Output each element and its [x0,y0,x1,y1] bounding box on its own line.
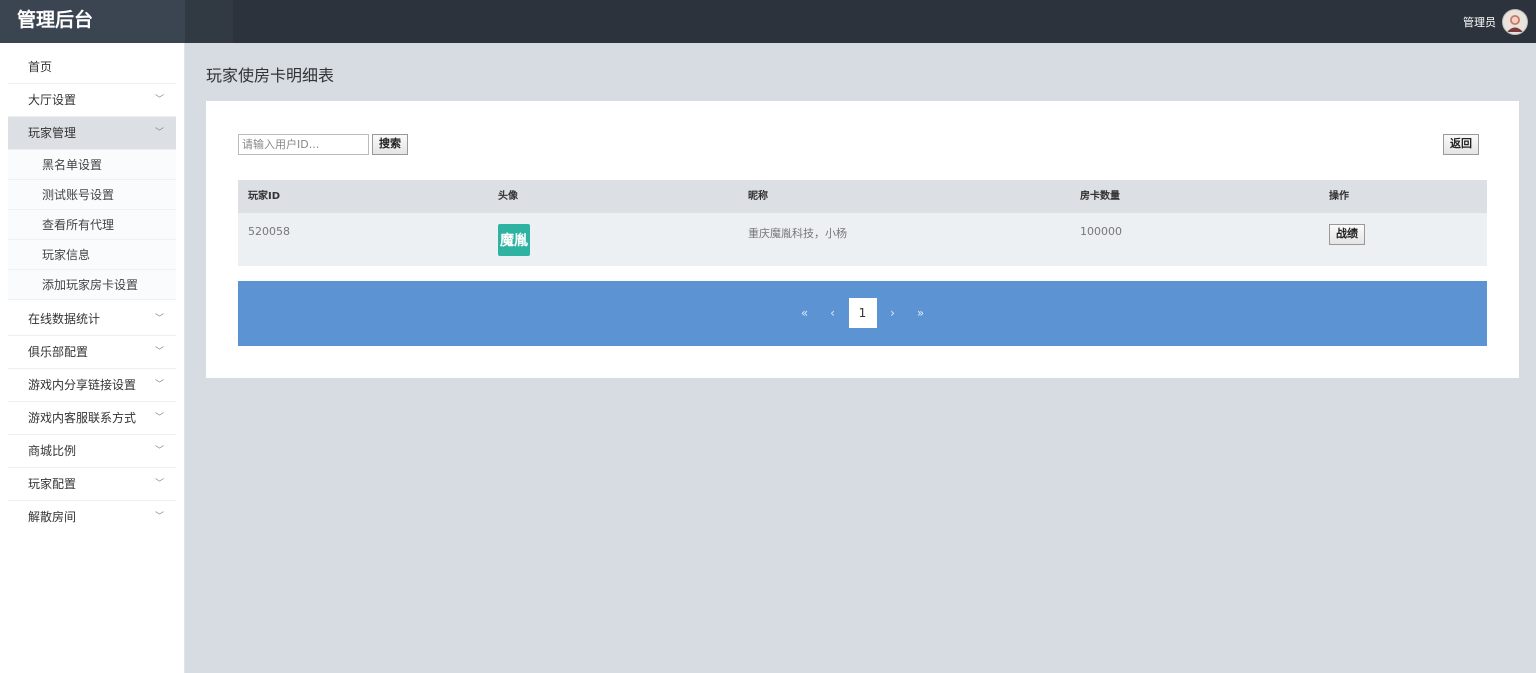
chevron-down-icon: ﹀ [154,380,164,390]
chevron-down-icon: ﹀ [154,314,164,324]
user-avatar-icon [1507,14,1523,32]
avatar[interactable] [1502,8,1528,35]
user-name: 管理员 [1463,15,1496,29]
column-header: 头像 [498,191,518,202]
back-button[interactable]: 返回 [1443,134,1479,155]
sidebar-subitem-label: 玩家信息 [42,248,91,262]
column-header: 玩家ID [248,191,281,202]
current-page[interactable]: 1 [848,298,877,328]
sidebar-subitem-label: 黑名单设置 [42,158,103,172]
last-page-button[interactable]: » [907,298,935,328]
table-row: 520058 魔胤 重庆魔胤科技，小杨 100000 战绩 [238,213,1487,266]
sidebar-subitem-add-room-card[interactable]: 添加玩家房卡设置 [8,270,176,300]
search-button[interactable]: 搜索 [372,134,408,155]
chevron-down-icon: ﹀ [154,446,164,456]
chevron-down-icon: ﹀ [154,95,164,105]
column-header: 操作 [1329,191,1349,202]
sidebar-item-lobby-settings[interactable]: 大厅设置 ﹀ [8,84,176,117]
search-input[interactable] [238,134,369,155]
column-header: 昵称 [748,191,768,202]
sidebar-item-home[interactable]: 首页 [8,51,176,84]
player-avatar: 魔胤 [498,224,530,256]
sidebar-item-dissolve-room[interactable]: 解散房间 ﹀ [8,501,176,534]
next-page-button[interactable]: › [879,298,907,328]
data-table: 玩家ID 头像 昵称 房卡数量 操作 520058 魔胤 重庆魔胤科技，小杨 1… [238,180,1487,266]
sidebar-item-customer-service[interactable]: 游戏内客服联系方式 ﹀ [8,402,176,435]
nickname-cell: 重庆魔胤科技，小杨 [748,227,847,240]
sidebar-item-label: 首页 [28,60,53,74]
sidebar-item-label: 在线数据统计 [28,312,101,326]
sidebar-toggle[interactable] [185,0,233,43]
sidebar-item-label: 商城比例 [28,444,77,458]
sidebar-subitem-test-accounts[interactable]: 测试账号设置 [8,180,176,210]
sidebar-item-player-management[interactable]: 玩家管理 ﹀ [8,117,176,150]
sidebar-subitem-label: 添加玩家房卡设置 [42,278,139,292]
chevron-down-icon: ﹀ [154,413,164,423]
column-header: 房卡数量 [1080,191,1120,202]
sidebar-item-label: 游戏内分享链接设置 [28,378,137,392]
chevron-down-icon: ﹀ [154,128,164,138]
pagination-bar: « ‹ 1 › » [238,281,1487,346]
sidebar-subitem-label: 测试账号设置 [42,188,115,202]
sidebar-item-share-link[interactable]: 游戏内分享链接设置 ﹀ [8,369,176,402]
sidebar-item-shop-ratio[interactable]: 商城比例 ﹀ [8,435,176,468]
chevron-down-icon: ﹀ [154,512,164,522]
sidebar-item-player-config[interactable]: 玩家配置 ﹀ [8,468,176,501]
action-cell: 战绩 [1329,224,1365,245]
chevron-down-icon: ﹀ [154,479,164,489]
avatar-cell: 魔胤 [498,224,530,256]
sidebar-subitem-blacklist[interactable]: 黑名单设置 [8,150,176,180]
top-bar: 管理后台 管理员 [0,0,1536,43]
first-page-button[interactable]: « [791,298,819,328]
sidebar-item-label: 玩家管理 [28,126,77,140]
card-count-cell: 100000 [1080,225,1122,238]
chevron-down-icon: ﹀ [154,347,164,357]
page-title: 玩家使房卡明细表 [206,66,335,85]
table-header: 玩家ID 头像 昵称 房卡数量 操作 [238,180,1487,213]
content-panel: 搜索 返回 玩家ID 头像 昵称 房卡数量 操作 520058 魔胤 重庆魔胤科… [206,101,1519,378]
sidebar-subitem-all-agents[interactable]: 查看所有代理 [8,210,176,240]
sidebar-item-label: 大厅设置 [28,93,77,107]
sidebar-item-label: 游戏内客服联系方式 [28,411,137,425]
sidebar-item-label: 玩家配置 [28,477,77,491]
sidebar-item-online-stats[interactable]: 在线数据统计 ﹀ [8,303,176,336]
sidebar-item-label: 俱乐部配置 [28,345,89,359]
player-id-cell: 520058 [248,225,290,238]
app-title: 管理后台 [0,0,185,43]
sidebar-item-label: 解散房间 [28,510,77,524]
prev-page-button[interactable]: ‹ [819,298,847,328]
records-button[interactable]: 战绩 [1329,224,1365,245]
sidebar-subitem-player-info[interactable]: 玩家信息 [8,240,176,270]
sidebar-subitem-label: 查看所有代理 [42,218,115,232]
user-menu[interactable]: 管理员 [1463,0,1528,43]
sidebar: 首页 大厅设置 ﹀ 玩家管理 ﹀ 黑名单设置 测试账号设置 查看所有代理 玩家信… [0,43,185,673]
sidebar-item-club-config[interactable]: 俱乐部配置 ﹀ [8,336,176,369]
pagination: « ‹ 1 › » [238,298,1487,328]
